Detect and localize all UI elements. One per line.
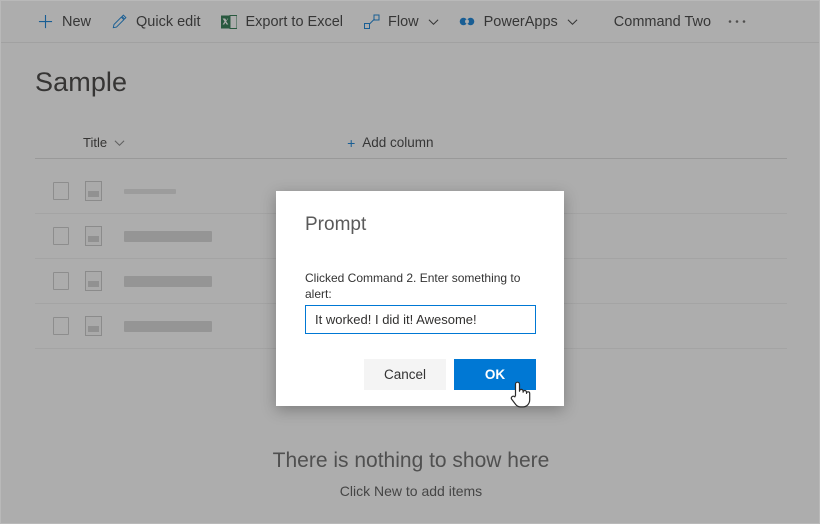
- prompt-dialog: Prompt Clicked Command 2. Enter somethin…: [276, 191, 564, 406]
- dialog-subtext: Clicked Command 2. Enter something to al…: [305, 271, 521, 301]
- ok-button[interactable]: OK: [454, 359, 536, 390]
- dialog-title: Prompt: [305, 214, 367, 235]
- app-window: New Quick edit Export to Excel Flow Powe…: [0, 0, 820, 524]
- dialog-actions: Cancel OK: [364, 359, 536, 390]
- cancel-button[interactable]: Cancel: [364, 359, 446, 390]
- prompt-text-input[interactable]: [305, 305, 536, 334]
